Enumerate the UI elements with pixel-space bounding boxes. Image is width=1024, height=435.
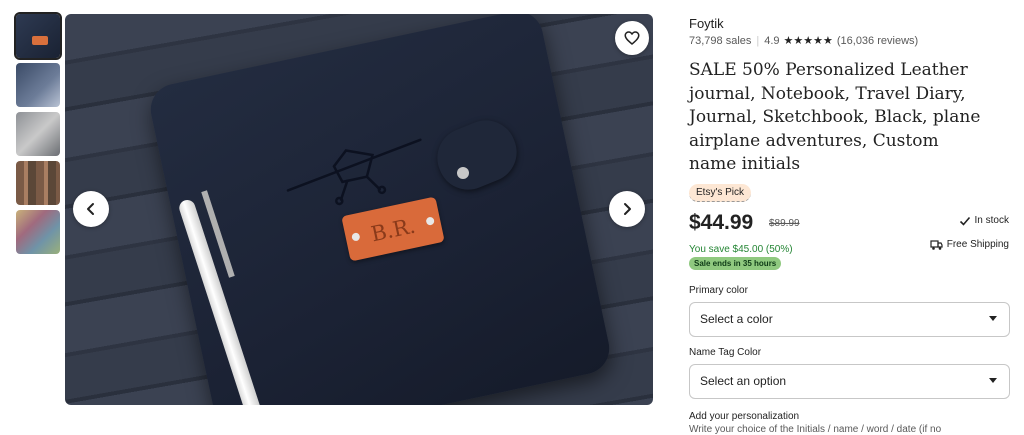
thumbnail-3[interactable]	[16, 112, 60, 156]
shipping-info: Free Shipping	[930, 239, 1009, 251]
sale-ends-badge: Sale ends in 35 hours	[689, 256, 782, 270]
review-count[interactable]: (16,036 reviews)	[837, 35, 918, 47]
thumbnail-list	[14, 12, 62, 259]
thumbnail-4[interactable]	[16, 161, 60, 205]
thumbnail-1[interactable]	[14, 12, 62, 60]
chevron-right-icon	[624, 203, 631, 215]
shop-name[interactable]: Foytik	[689, 16, 1011, 31]
favorite-button[interactable]	[615, 21, 649, 55]
etsys-pick-badge[interactable]: Etsy's Pick	[689, 183, 752, 202]
stock-status: In stock	[959, 215, 1009, 227]
notebook-snap	[457, 167, 469, 179]
personalization-label: Add your personalization	[689, 410, 800, 422]
sales-count: 73,798 sales	[689, 34, 752, 47]
name-tag-color-label: Name Tag Color	[689, 346, 762, 358]
caret-down-icon	[989, 378, 997, 383]
shop-meta: 73,798 sales | 4.9 ★★★★★ (16,036 reviews…	[689, 34, 1011, 48]
checkmark-icon	[959, 216, 970, 226]
truck-icon	[930, 239, 943, 250]
product-details-panel: Foytik 73,798 sales | 4.9 ★★★★★ (16,036 …	[689, 16, 1011, 435]
name-tag-initials: B.R.	[369, 214, 418, 247]
name-tag-color-value: Select an option	[700, 374, 787, 388]
chevron-left-icon	[87, 203, 94, 215]
stock-label: In stock	[974, 215, 1009, 226]
savings-row: You save $45.00 (50%) Free Shipping	[689, 239, 1011, 255]
rating-value: 4.9	[764, 34, 780, 47]
main-product-image: B.R.	[65, 14, 653, 405]
heart-icon	[624, 31, 640, 45]
primary-color-select[interactable]: Select a color	[689, 301, 1010, 337]
primary-color-label: Primary color	[689, 284, 748, 296]
sale-price: $44.99	[689, 210, 754, 234]
meta-divider: |	[756, 34, 760, 47]
savings-text: You save $45.00 (50%)	[689, 243, 793, 255]
star-rating-icon: ★★★★★	[783, 35, 833, 47]
product-title: SALE 50% Personalized Leather journal, N…	[689, 60, 981, 174]
name-tag-color-select[interactable]: Select an option	[689, 363, 1010, 399]
primary-color-value: Select a color	[700, 312, 773, 326]
thumbnail-2[interactable]	[16, 63, 60, 107]
original-price: $89.99	[769, 217, 800, 229]
shipping-label: Free Shipping	[946, 239, 1009, 250]
caret-down-icon	[989, 316, 997, 321]
next-image-button[interactable]	[609, 191, 645, 227]
price-row: $44.99 $89.99 In stock	[689, 211, 1011, 235]
personalization-hint: Write your choice of the Initials / name…	[689, 423, 942, 435]
thumbnail-5[interactable]	[16, 210, 60, 254]
previous-image-button[interactable]	[73, 191, 109, 227]
